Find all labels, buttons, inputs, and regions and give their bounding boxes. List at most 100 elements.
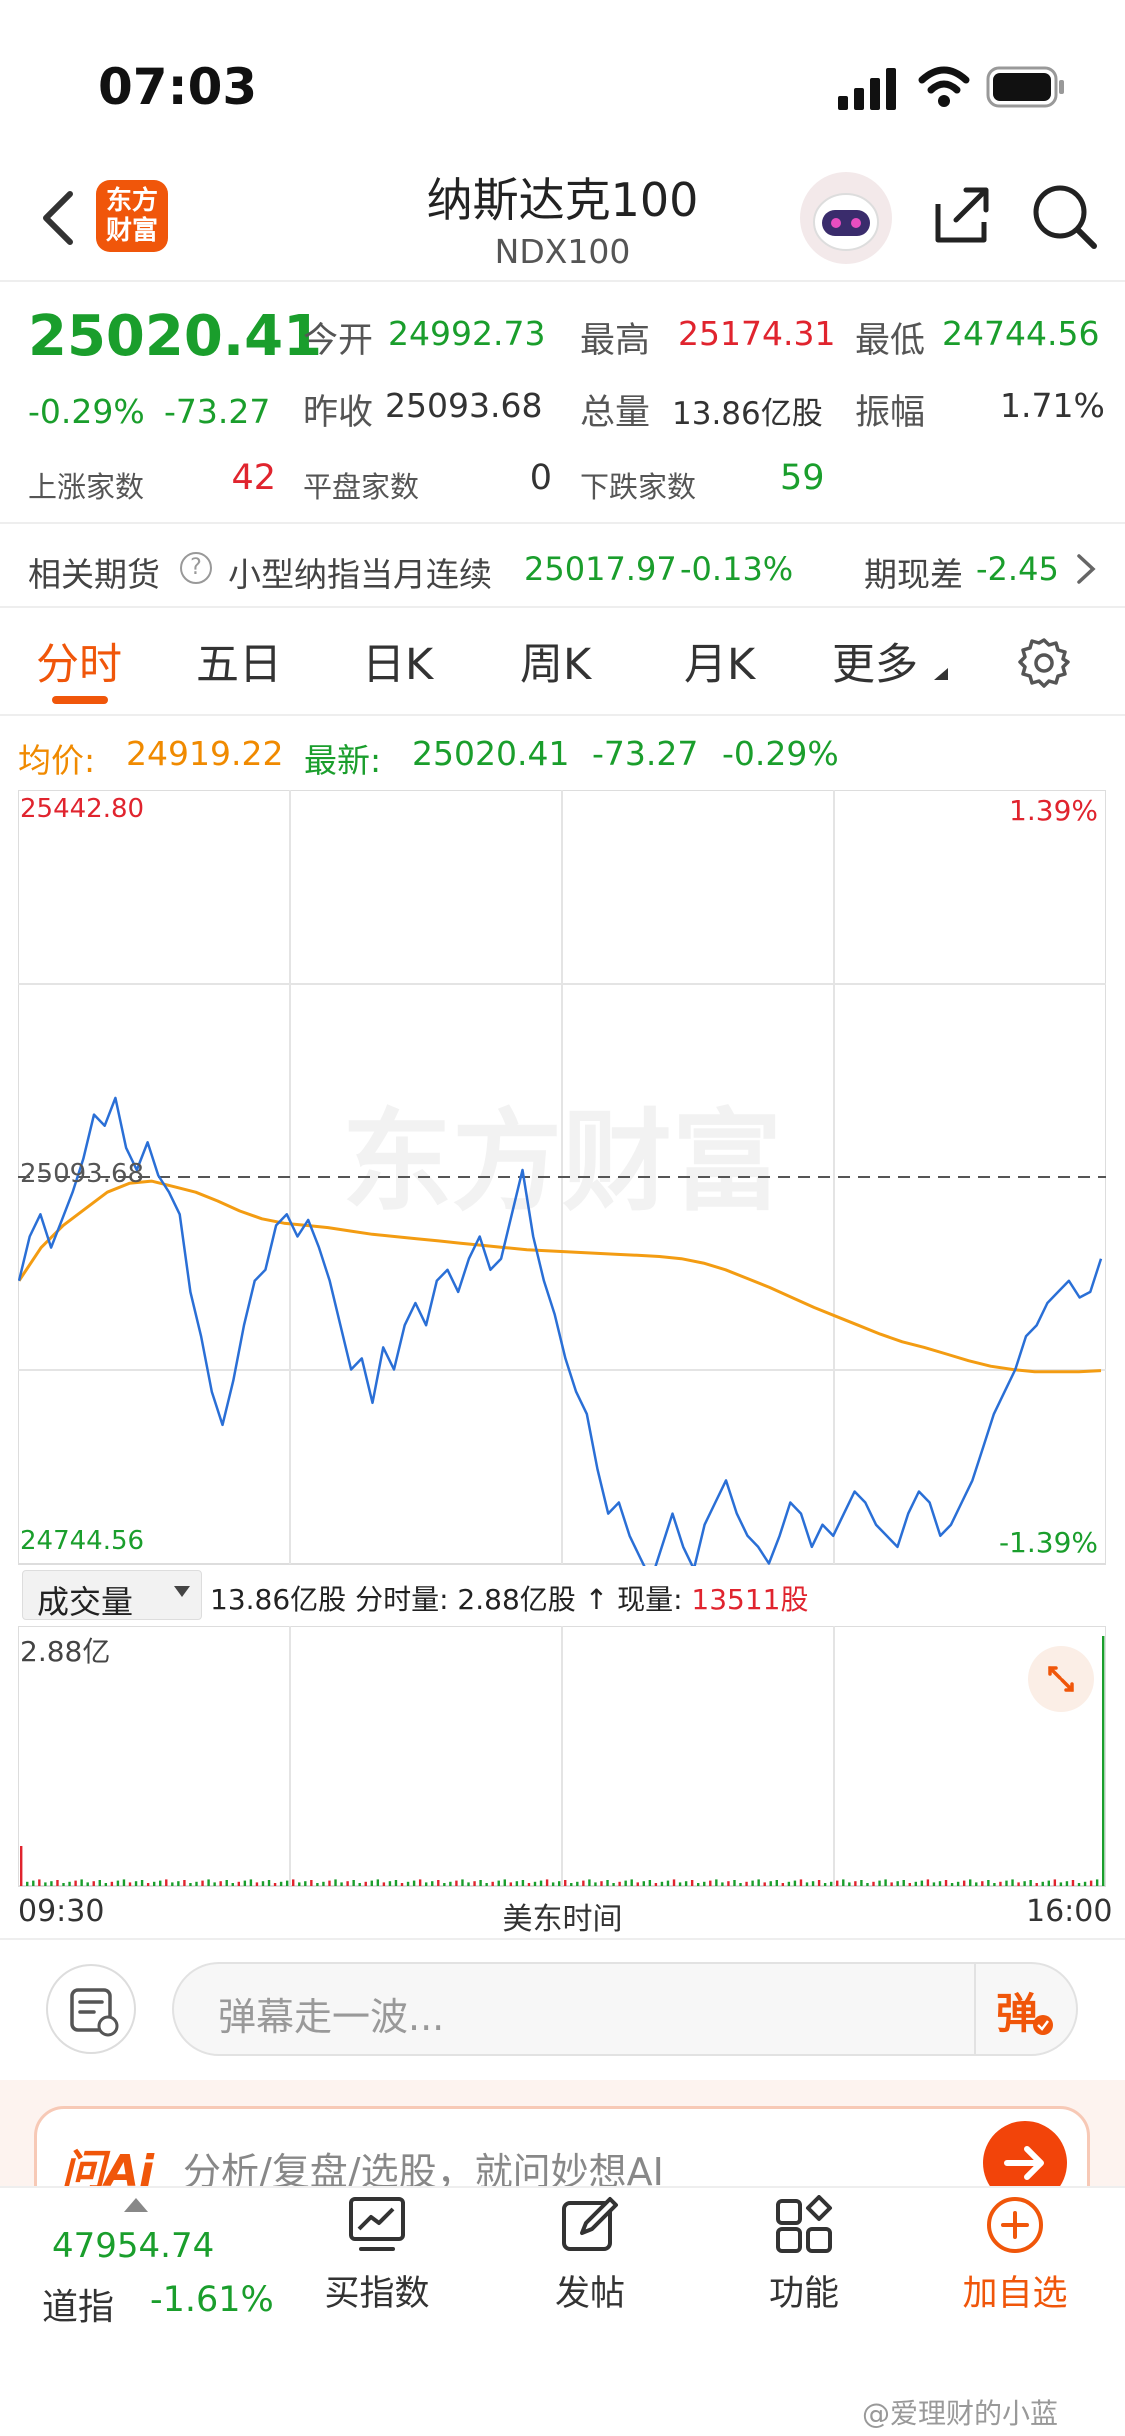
volume-bar (914, 1881, 918, 1886)
intraday-chart[interactable]: 东方财富 25442.80 1.39% 25093.68 24744.56 -1… (18, 790, 1106, 1566)
eastmoney-logo[interactable]: 东方 财富 (96, 180, 168, 252)
volume-bar (207, 1879, 210, 1886)
expand-icon[interactable] (1028, 1646, 1094, 1712)
search-icon[interactable] (1030, 182, 1100, 252)
share-icon[interactable] (928, 182, 994, 248)
grid-icon (764, 2195, 844, 2265)
latest-label: 最新: (304, 741, 382, 780)
volume-bar (642, 1881, 646, 1886)
add-watchlist-label: 加自选 (962, 2274, 1068, 2314)
volume-bar (570, 1883, 573, 1886)
volume-bar (461, 1879, 464, 1886)
danmaku-list-icon[interactable] (46, 1964, 136, 2054)
flat-count: 0 (529, 458, 552, 498)
tab-five-day[interactable]: 五日 (196, 630, 282, 692)
volume-bar (44, 1882, 47, 1886)
volume-bar (521, 1880, 525, 1886)
down-count: 59 (780, 458, 825, 498)
add-watchlist-button[interactable]: 加自选 (960, 2195, 1070, 2316)
volume-bar (279, 1881, 283, 1886)
volume-bar (437, 1880, 440, 1886)
volume-bar (455, 1880, 458, 1886)
y-bottom-label: 24744.56 (20, 1526, 145, 1556)
robot-assistant-icon[interactable] (800, 172, 892, 264)
volume-bar (183, 1880, 186, 1886)
danmaku-placeholder: 弹幕走一波... (218, 1995, 445, 2039)
volume-bar (267, 1880, 271, 1886)
volume-bar (1047, 1880, 1050, 1886)
volume-bar (346, 1881, 349, 1886)
volume-bar (443, 1883, 446, 1886)
status-time: 07:03 (98, 58, 258, 116)
volume-bar (781, 1883, 785, 1886)
latest-pct: -0.29% (722, 734, 839, 773)
ref-price-label: 25093.68 (20, 1159, 145, 1189)
volume-selector[interactable]: 成交量 (22, 1570, 202, 1621)
volume-chart-svg (18, 1626, 1106, 1887)
volume-bar (757, 1879, 760, 1886)
question-icon[interactable]: ? (180, 552, 212, 584)
volume-bar (866, 1883, 869, 1886)
volume-arrow: ↑ (584, 1583, 609, 1616)
volume-chart[interactable]: 2.88亿 (18, 1626, 1106, 1888)
volume-bar (231, 1883, 234, 1886)
tab-weekly-k[interactable]: 周K (520, 630, 591, 692)
volume-bar (1053, 1879, 1057, 1886)
amplitude-value: 1.71% (1000, 386, 1105, 425)
volume-bar (582, 1880, 585, 1886)
tab-daily-k[interactable]: 日K (362, 630, 433, 692)
volume-bar (775, 1880, 778, 1886)
up-count: 42 (231, 458, 276, 498)
chart-watermark: 东方财富 (342, 1101, 782, 1224)
high-label: 最高 (580, 321, 651, 361)
post-button[interactable]: 发帖 (550, 2195, 630, 2316)
volume-bar (987, 1880, 990, 1886)
volume-bar (956, 1881, 960, 1886)
volume-bar (497, 1880, 500, 1886)
functions-button[interactable]: 功能 (764, 2195, 844, 2316)
volume-bar (219, 1881, 222, 1886)
tab-more[interactable]: 更多 (832, 630, 918, 692)
volume-bar (854, 1881, 857, 1886)
chevron-right-icon[interactable] (1075, 552, 1097, 586)
dropdown-icon (173, 1585, 191, 1599)
volume-bar (588, 1879, 591, 1886)
volume-bar (382, 1882, 386, 1886)
volume-bar (195, 1881, 198, 1886)
futures-name: 小型纳指当月连续 (228, 555, 492, 594)
volume-bar (533, 1881, 537, 1886)
plus-circle-icon (960, 2195, 1070, 2265)
volume-bar (388, 1881, 392, 1886)
volume-bar (805, 1882, 809, 1886)
volume-bar (733, 1880, 736, 1886)
volume-bar (171, 1882, 174, 1886)
volume-bar (594, 1882, 597, 1886)
page-title: 纳斯达克100 (426, 173, 699, 227)
volume-bar (920, 1880, 924, 1886)
volume-bar (68, 1881, 71, 1886)
futures-pct: -0.13% (680, 550, 794, 588)
volume-summary: 13.86亿股 分时量: 2.88亿股 ↑ 现量: 13511股 (210, 1578, 808, 1618)
volume-bar (376, 1879, 380, 1886)
volume-bar (1011, 1879, 1014, 1886)
tab-monthly-k[interactable]: 月K (684, 630, 755, 692)
volume-selector-label: 成交量 (37, 1583, 134, 1621)
danmaku-input[interactable]: 弹幕走一波... 弹 (172, 1962, 1078, 2056)
volume-bar (993, 1883, 996, 1886)
volume-bar (412, 1880, 416, 1886)
volume-bar (152, 1881, 156, 1886)
latest-change: -73.27 (592, 734, 699, 773)
volume-bar (237, 1881, 241, 1886)
buy-index-button[interactable]: 买指数 (322, 2195, 432, 2316)
avg-value: 24919.22 (126, 734, 284, 773)
signal-icon (838, 68, 898, 110)
x-end-label: 16:00 (1026, 1894, 1113, 1929)
volume-bar (38, 1879, 41, 1886)
volume-max-label: 2.88亿 (20, 1635, 111, 1668)
volume-bar (134, 1881, 138, 1886)
open-label: 今开 (303, 321, 374, 361)
tab-intraday[interactable]: 分时 (36, 630, 122, 692)
back-icon[interactable] (38, 188, 78, 248)
avg-label: 均价: (18, 741, 96, 780)
gear-icon[interactable] (1018, 636, 1070, 688)
